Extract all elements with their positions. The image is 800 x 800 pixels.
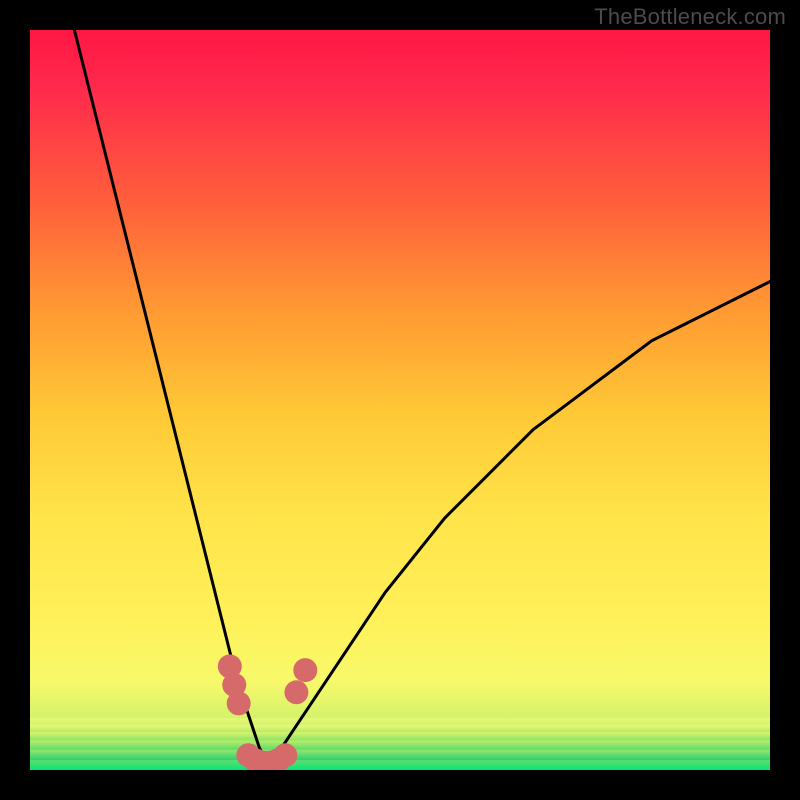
marker-left-marker-c bbox=[227, 691, 251, 715]
marker-bottom-f bbox=[273, 743, 297, 767]
watermark-text: TheBottleneck.com bbox=[594, 4, 786, 30]
marker-right-marker-a bbox=[284, 680, 308, 704]
chart-svg bbox=[30, 30, 770, 770]
gradient-background bbox=[30, 30, 770, 770]
green-zone bbox=[30, 718, 770, 770]
marker-right-marker-b bbox=[293, 658, 317, 682]
plot-area bbox=[30, 30, 770, 770]
chart-frame: TheBottleneck.com bbox=[0, 0, 800, 800]
